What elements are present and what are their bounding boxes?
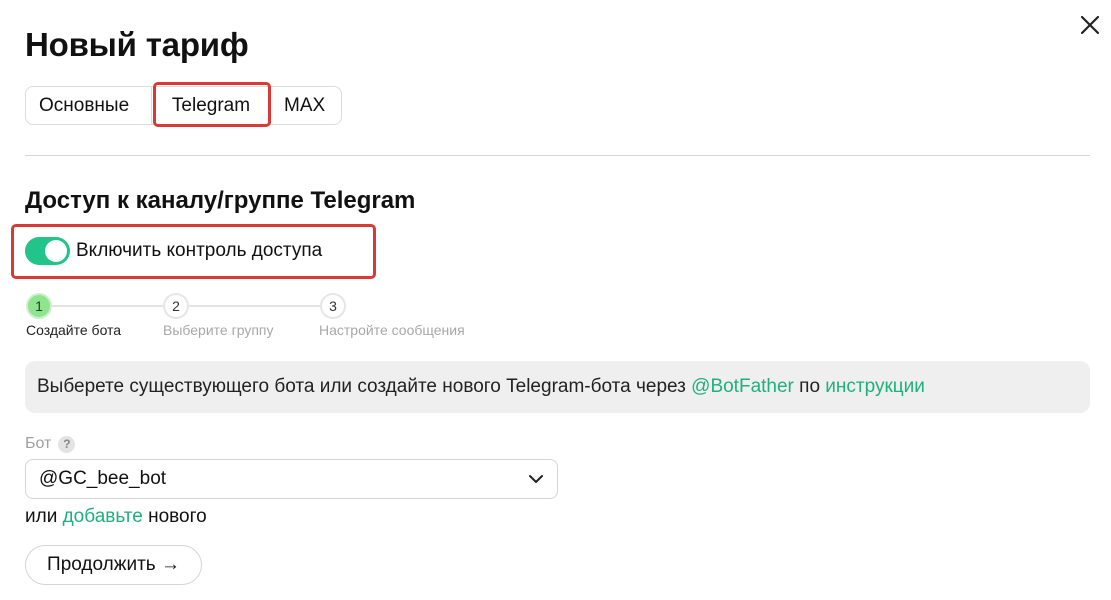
bot-select[interactable]: @GC_bee_bot [25, 459, 558, 499]
add-bot-line: или добавьте нового [25, 506, 207, 528]
step-2-circle: 2 [163, 293, 189, 319]
step-3-label: Настройте сообщения [319, 322, 465, 338]
stepper-connector [52, 305, 163, 307]
tab-telegram[interactable]: Telegram [152, 86, 270, 125]
tab-max[interactable]: MAX [270, 86, 342, 125]
add-bot-link[interactable]: добавьте [63, 506, 143, 527]
help-icon[interactable]: ? [58, 435, 76, 453]
step-2-label: Выберите группу [163, 322, 274, 338]
toggle-label: Включить контроль доступа [76, 240, 323, 261]
step-3-circle: 3 [320, 293, 346, 319]
bot-field-label: Бот [25, 435, 52, 452]
section-title: Доступ к каналу/группе Telegram [25, 187, 416, 214]
stepper-connector [189, 305, 320, 307]
info-text: Выберете существующего бота или создайте… [37, 376, 692, 397]
continue-button[interactable]: Продолжить → [25, 545, 202, 585]
bot-field-label-row: Бот ? [25, 435, 76, 453]
instructions-link[interactable]: инструкции [825, 376, 925, 397]
bot-select-value: @GC_bee_bot [39, 468, 167, 489]
page-title: Новый тариф [25, 26, 249, 63]
access-control-toggle-row[interactable]: Включить контроль доступа [25, 236, 322, 266]
info-text-middle: по [793, 376, 826, 397]
botfather-link[interactable]: @BotFather [691, 376, 794, 397]
step-1-circle: 1 [26, 293, 52, 319]
toggle-knob [45, 240, 67, 262]
close-icon [1080, 15, 1100, 35]
tab-main[interactable]: Основные [25, 86, 152, 125]
add-bot-prefix: или [25, 506, 63, 527]
access-control-toggle[interactable] [25, 237, 70, 265]
tab-bar: Основные Telegram MAX [25, 86, 342, 125]
step-1-label: Создайте бота [26, 322, 122, 338]
info-box: Выберете существующего бота или создайте… [25, 361, 1090, 413]
close-button[interactable] [1076, 11, 1104, 39]
divider [25, 155, 1090, 156]
add-bot-suffix: нового [142, 506, 207, 527]
chevron-down-icon [529, 475, 543, 483]
